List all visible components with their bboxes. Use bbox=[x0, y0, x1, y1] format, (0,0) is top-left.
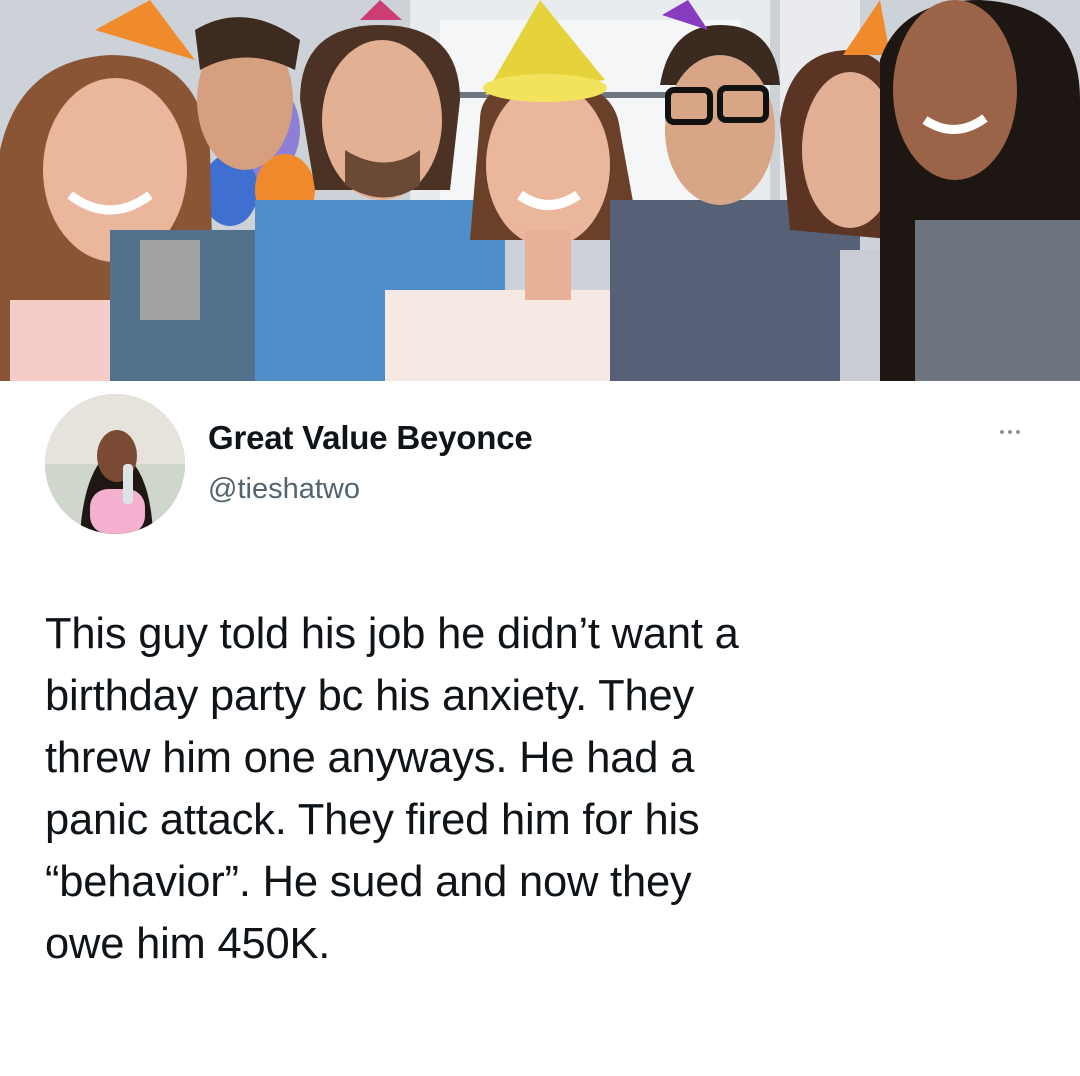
avatar[interactable] bbox=[45, 394, 185, 534]
more-horizontal-icon[interactable] bbox=[985, 417, 1035, 447]
tweet-text-line: threw him one anyways. He had a bbox=[45, 734, 695, 782]
tweet-text-line: This guy told his job he didn’t want a bbox=[45, 610, 739, 658]
tweet-text-line: owe him 450K. bbox=[45, 920, 331, 968]
tweet-text-line: birthday party bc his anxiety. They bbox=[45, 672, 695, 720]
tweet-text-line: panic attack. They fired him for his bbox=[45, 796, 700, 844]
display-name[interactable]: Great Value Beyonce bbox=[208, 419, 533, 457]
user-handle[interactable]: @tieshatwo bbox=[208, 473, 360, 506]
tweet-text-line: “behavior”. He sued and now they bbox=[45, 858, 692, 906]
party-photo-illustration bbox=[0, 0, 1080, 381]
party-photo bbox=[0, 0, 1080, 381]
tweet-card: Great Value Beyonce @tieshatwo This guy … bbox=[0, 381, 1080, 1076]
tweet-text: This guy told his job he didn’t want a b… bbox=[45, 603, 1045, 975]
avatar-image bbox=[45, 394, 185, 534]
